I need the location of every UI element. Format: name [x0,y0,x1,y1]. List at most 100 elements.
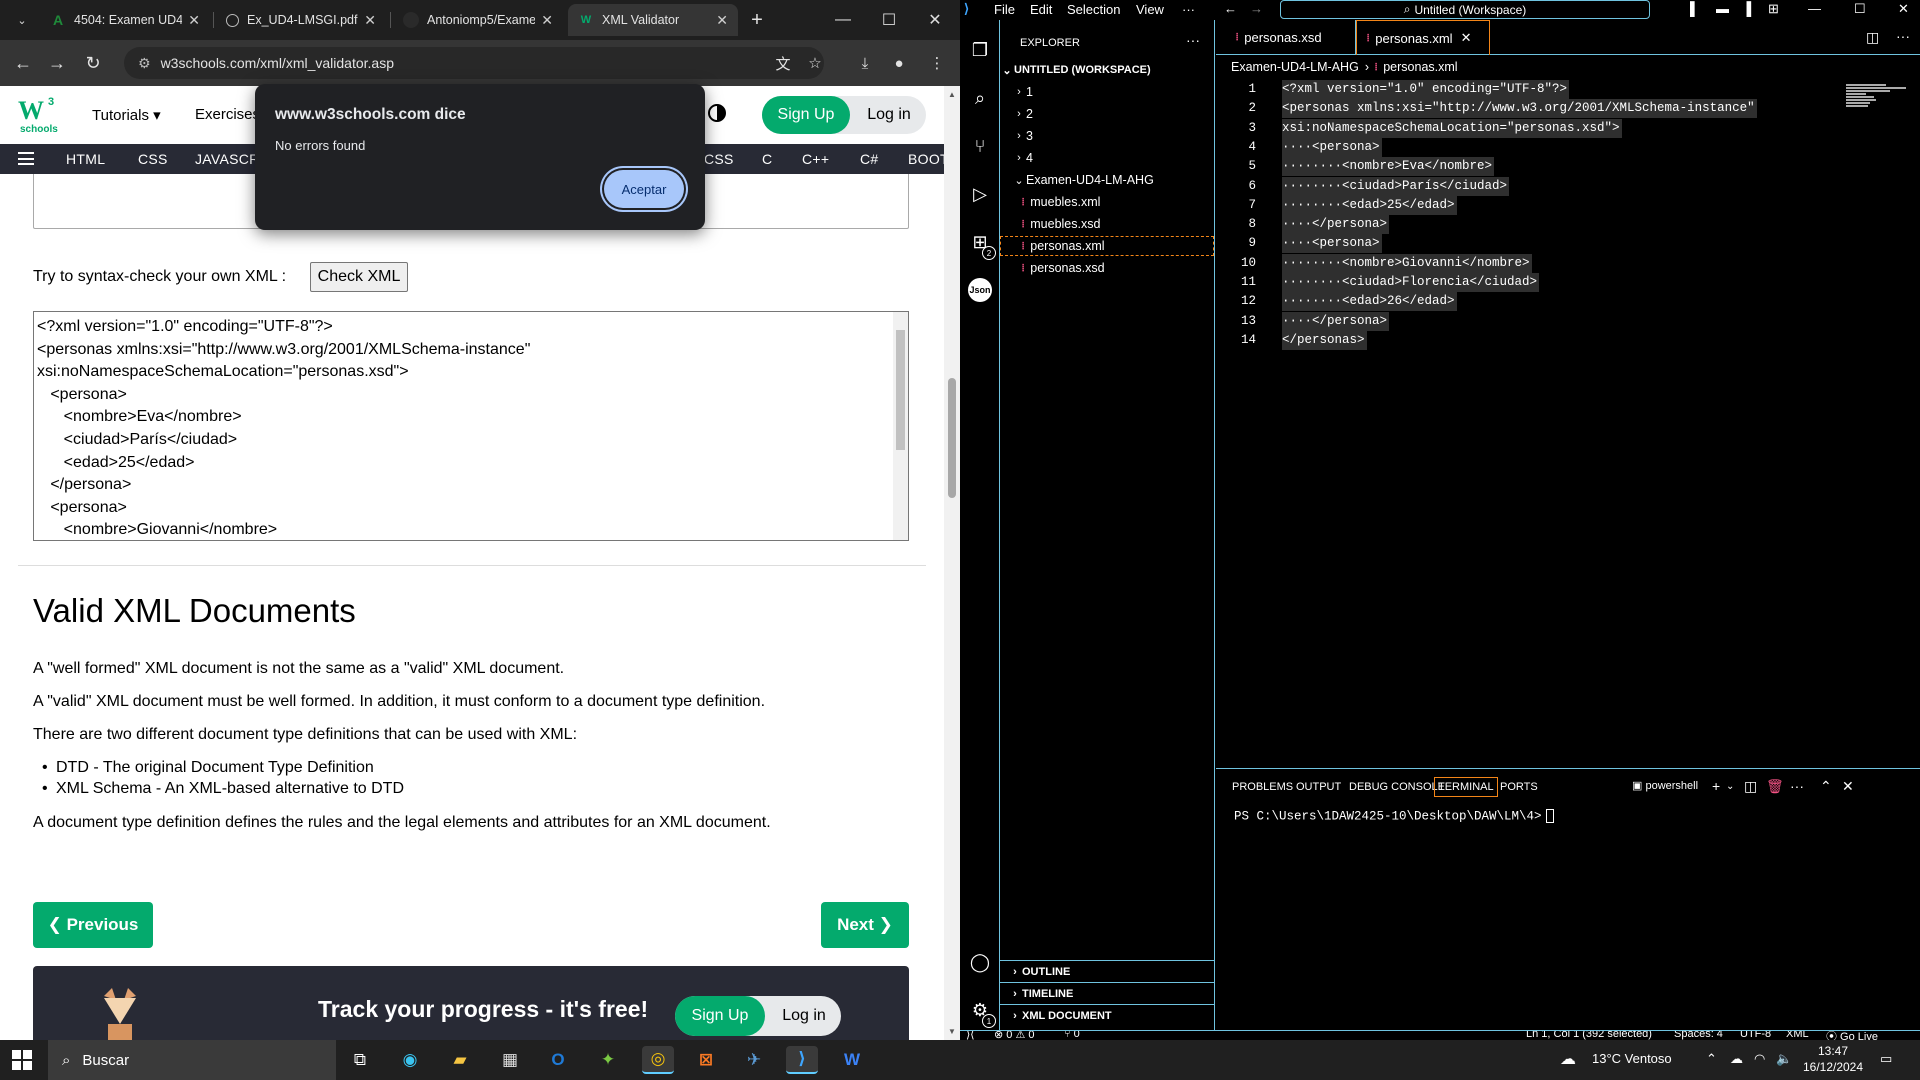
tab-debug-console[interactable]: DEBUG CONSOLE [1349,781,1445,793]
remote-icon[interactable]: ⟩⟨ [966,1031,975,1040]
file-muebles-xml[interactable]: ⦙ muebles.xml [1000,192,1214,212]
search-icon[interactable]: ⌕ [968,86,992,110]
bookmark-star-icon[interactable]: ☆ [804,52,826,74]
json-icon[interactable]: Json [968,278,992,302]
tab-personas-xml[interactable]: ⦙ personas.xml ✕ [1356,20,1490,55]
close-icon[interactable]: ✕ [1461,30,1472,46]
close-icon[interactable]: ✕ [188,12,200,29]
weather-icon[interactable]: ☁ [1560,1049,1576,1069]
menu-view[interactable]: View [1136,2,1164,17]
trash-icon[interactable]: 🗑 [1766,778,1784,795]
new-terminal-icon[interactable]: + [1712,778,1720,794]
xml-input-textarea[interactable]: <?xml version="1.0" encoding="UTF-8"?> <p… [33,311,909,541]
weather-text[interactable]: 13°C Ventoso [1592,1051,1672,1066]
nav-javascript[interactable]: JAVASCRI [195,151,264,167]
volume-icon[interactable]: 🔈 [1776,1051,1792,1067]
w3schools-logo[interactable]: W 3 schools [18,96,60,136]
nav-cpp[interactable]: C++ [802,151,829,167]
explorer-icon[interactable]: ❐ [968,38,992,62]
track-signup-button[interactable]: Sign Up [675,996,765,1036]
maximize-button[interactable]: ☐ [866,0,912,40]
menu-edit[interactable]: Edit [1030,2,1052,17]
folder-examen[interactable]: ⌄ Examen-UD4-LM-AHG [1000,170,1214,190]
more-actions-icon[interactable]: ··· [1186,32,1200,48]
problems-status[interactable]: ⊗ 0 ⚠ 0 [994,1031,1034,1040]
windows-start-icon[interactable] [12,1050,32,1070]
source-control-icon[interactable]: ⑂ [968,134,992,158]
breadcrumb-folder[interactable]: Examen-UD4-LM-AHG [1231,60,1359,74]
workspace-root[interactable]: ⌄ UNTITLED (WORKSPACE) [1000,60,1214,80]
menu-selection[interactable]: Selection [1067,2,1120,17]
nav-csharp[interactable]: C# [860,151,879,167]
site-info-icon[interactable]: ⚙ [138,55,151,72]
track-login-button[interactable]: Log in [771,996,837,1036]
terminal-prompt[interactable]: PS C:\Users\1DAW2425-10\Desktop\DAW\LM\4… [1234,809,1554,823]
split-editor-icon[interactable]: ◫ [1866,29,1879,46]
nav-c[interactable]: C [762,151,772,167]
address-bar[interactable]: ⚙ w3schools.com/xml/xml_validator.asp [124,47,824,79]
tab-personas-xsd[interactable]: ⦙ personas.xsd [1226,20,1356,55]
clock[interactable]: 13:47 16/12/2024 [1800,1043,1866,1075]
contrast-toggle-icon[interactable] [708,104,726,122]
tab-ports[interactable]: PORTS [1500,781,1538,793]
nav-bootstrap[interactable]: BOOT [908,151,949,167]
more-actions-icon[interactable]: ··· [1790,778,1804,794]
tab-search-button[interactable]: ⌄ [8,4,36,36]
app-green-icon[interactable]: ✦ [592,1046,624,1074]
go-live-button[interactable]: ⦿ Go Live [1826,1031,1878,1040]
terminal-shell-label[interactable]: ▣ powershell [1632,779,1698,792]
back-arrow-icon[interactable]: ← [1224,1,1237,16]
forward-button[interactable]: → [44,50,70,76]
nav-html[interactable]: HTML [66,151,105,167]
textarea-scrollbar[interactable] [893,312,908,540]
maximize-button[interactable]: ☐ [1854,1,1866,17]
folder-2[interactable]: › 2 [1000,104,1214,124]
translate-icon[interactable]: 文 [772,52,794,74]
menu-more[interactable]: ··· [1182,2,1195,17]
xampp-icon[interactable]: ⊠ [690,1046,722,1074]
file-explorer-icon[interactable]: ▰ [444,1046,476,1074]
back-button[interactable]: ← [10,50,36,76]
login-button[interactable]: Log in [852,96,926,134]
toggle-sidebar-icon[interactable]: ▌ [1690,1,1699,16]
breadcrumb-file[interactable]: personas.xml [1383,60,1457,74]
xml-document-section[interactable]: › XML DOCUMENT [1000,1004,1214,1026]
close-icon[interactable]: ✕ [364,12,376,29]
edge-icon[interactable]: ◉ [394,1046,426,1074]
tab-github[interactable]: Antoniomp5/Exame ✕ [393,4,563,36]
minimize-button[interactable]: — [1808,1,1821,16]
code-editor[interactable]: 1 <?xml version="1.0" encoding="UTF-8"?> 2… [1216,80,1920,768]
download-icon[interactable]: ⤓ [854,52,876,74]
menu-kebab-icon[interactable]: ⋮ [926,52,948,74]
check-xml-button[interactable]: Check XML [310,262,408,292]
reload-button[interactable]: ↻ [80,50,106,76]
forward-arrow-icon[interactable]: → [1250,1,1263,16]
outline-section[interactable]: › OUTLINE [1000,960,1214,982]
tab-problems[interactable]: PROBLEMS [1232,781,1293,793]
file-personas-xml[interactable]: ⦙ personas.xml [1000,236,1214,256]
tab-pdf[interactable]: Ex_UD4-LMSGI.pdf ✕ [216,4,386,36]
more-actions-icon[interactable]: ··· [1896,28,1910,44]
ports-status[interactable]: ⑂ 0 [1064,1031,1080,1040]
tab-terminal[interactable]: TERMINAL [1434,777,1498,797]
mysql-workbench-icon[interactable]: ✈ [738,1046,770,1074]
tab-output[interactable]: OUTPUT [1296,781,1341,793]
vscode-icon[interactable]: ⟩ [786,1046,818,1074]
tab-examen[interactable]: A 4504: Examen UD4 ✕ [40,4,210,36]
cursor-position[interactable]: Ln 1, Col 1 (392 selected) [1526,1031,1652,1040]
minimize-button[interactable]: — [820,0,866,40]
word-icon[interactable]: W [836,1046,868,1074]
toggle-secondary-sidebar-icon[interactable]: ▐ [1742,1,1751,16]
task-view-icon[interactable]: ⧉ [344,1046,376,1074]
exercises-menu[interactable]: Exercises [195,106,260,123]
close-window-button[interactable]: ✕ [912,0,958,40]
run-debug-icon[interactable]: ▷ [968,182,992,206]
toggle-panel-icon[interactable]: ▬ [1716,1,1729,16]
next-button[interactable]: Next ❯ [821,902,909,948]
accept-button[interactable]: Aceptar [604,170,684,208]
account-icon[interactable]: ◯ [968,950,992,974]
tutorials-menu[interactable]: Tutorials ▾ [92,106,161,124]
nav-css[interactable]: CSS [138,151,168,167]
customize-layout-icon[interactable]: ⊞ [1768,1,1779,17]
new-tab-button[interactable]: + [742,4,772,36]
